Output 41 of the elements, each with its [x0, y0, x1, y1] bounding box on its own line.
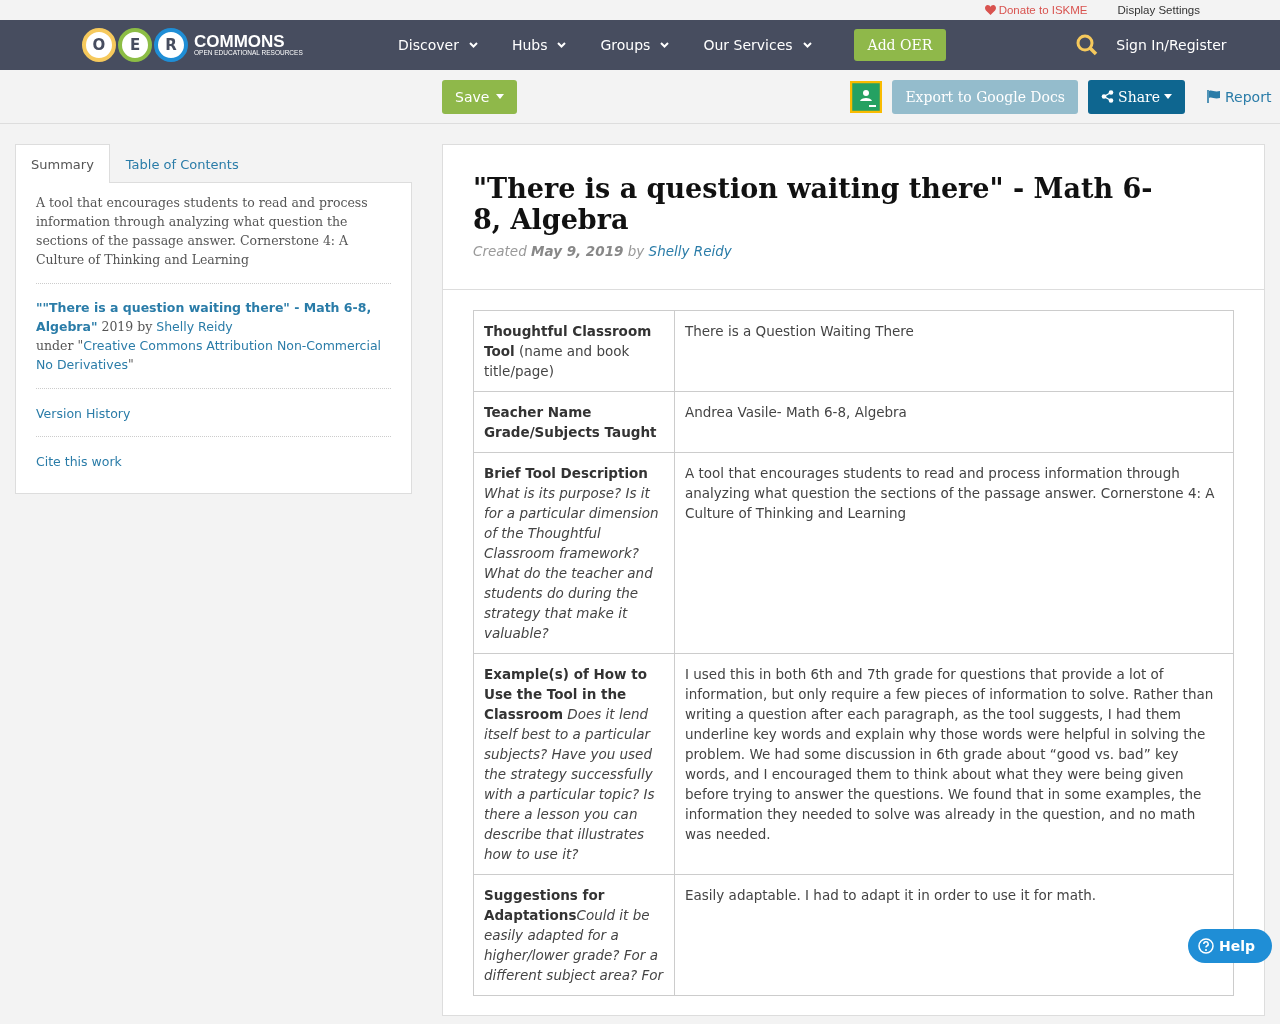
summary-text: A tool that encourages students to read and process information through analyzing what question the sections of the passage answer. Cornerstone 4: A Culture of Thinking and Learning: [36, 194, 369, 269]
sidebar-tab[interactable]: Table of Contents: [109, 144, 255, 182]
donate-link[interactable]: Donate to ISKME: [984, 4, 1088, 16]
created-text: Created May 9, 2019 by Shelly Reidy: [473, 243, 733, 259]
field-value-cell: A tool that encourages students to read and process information through analyzing what question the sections of the passage answer. Cornerstone 4: A Culture of Thinking and Learning: [674, 452, 1234, 654]
field-label-cell: Suggestions for AdaptationsCould it be easily adapted for a higher/lower grade? For a different subject area? For: [473, 874, 675, 996]
field-label-cell: Brief Tool Description What is its purpose? Is it for a particular dimension of the Thoughtful Classroom framework? What do the teacher and students do during the strategy that make it valuable?: [473, 452, 675, 654]
chevron-icon: [660, 42, 670, 48]
field-value-cell: Andrea Vasile- Math 6-8, Algebra: [674, 391, 1234, 453]
nav-menu-item[interactable]: Groups: [600, 37, 670, 53]
search-icon[interactable]: [1076, 34, 1099, 56]
sidebar-tab[interactable]: Summary: [15, 144, 110, 183]
help-button[interactable]: Help: [1188, 929, 1273, 963]
resource-title: "There is a question waiting there" - Math 6-8, Algebra: [473, 173, 1154, 235]
sign-in-link[interactable]: Sign In/Register: [1116, 37, 1227, 53]
author-link[interactable]: Shelly Reidy: [648, 243, 732, 259]
field-value-cell: There is a Question Waiting There: [674, 310, 1234, 392]
chevron-icon: [468, 42, 478, 48]
heart-icon: [984, 5, 996, 15]
field-label-cell: Thoughtful Classroom Tool (name and book title/page): [473, 310, 675, 392]
share-button[interactable]: Share: [1088, 79, 1185, 114]
field-label-cell: Teacher Name Grade/Subjects Taught: [473, 391, 675, 453]
caret-icon: [1164, 94, 1172, 99]
field-value-cell: I used this in both 6th and 7th grade for questions that provide a lot of information, but only require a few pieces of information to solve. Rather than writing a question after each paragraph, as the tool suggests, I had them underline key words and explain why those words were helpful in solving the problem. We had some discussion in 6th grade about “good vs. bad” key words, and I encouraged them to think about what they were being given before trying to answer the questions. We found that in some examples, the information they needed to solve was already in the question, and no math was needed.: [674, 653, 1234, 875]
chevron-icon: [802, 42, 812, 48]
share-icon: [1101, 90, 1115, 103]
attribution-text: ""There is a question waiting there" - Math 6-8, Algebra" 2019 by Shelly Reidy under "Creative Commons Attribution Non-Commercial No Derivatives": [36, 299, 383, 374]
chevron-icon: [557, 42, 567, 48]
flag-icon: [1207, 90, 1221, 103]
help-icon: [1198, 938, 1214, 954]
caret-icon: [496, 94, 505, 99]
display-settings-link[interactable]: Display Settings: [1117, 4, 1200, 16]
report-link[interactable]: Report: [1207, 88, 1272, 105]
nav-menu-item[interactable]: Discover: [398, 37, 478, 53]
nav-menu-item[interactable]: Our Services: [703, 37, 812, 53]
cite-link[interactable]: Cite this work: [36, 454, 122, 469]
nav-menu-item[interactable]: Hubs: [511, 37, 567, 53]
author-link[interactable]: Shelly Reidy: [156, 319, 233, 334]
version-history-link[interactable]: Version History: [36, 406, 131, 421]
field-label-cell: Example(s) of How to Use the Tool in the Classroom Does it lend itself best to a particular subjects? Have you used the strategy successfully with a particular topic? Is there a lesson you can describe that illustrates how to use it?: [473, 653, 675, 875]
classroom-icon[interactable]: [850, 80, 883, 113]
